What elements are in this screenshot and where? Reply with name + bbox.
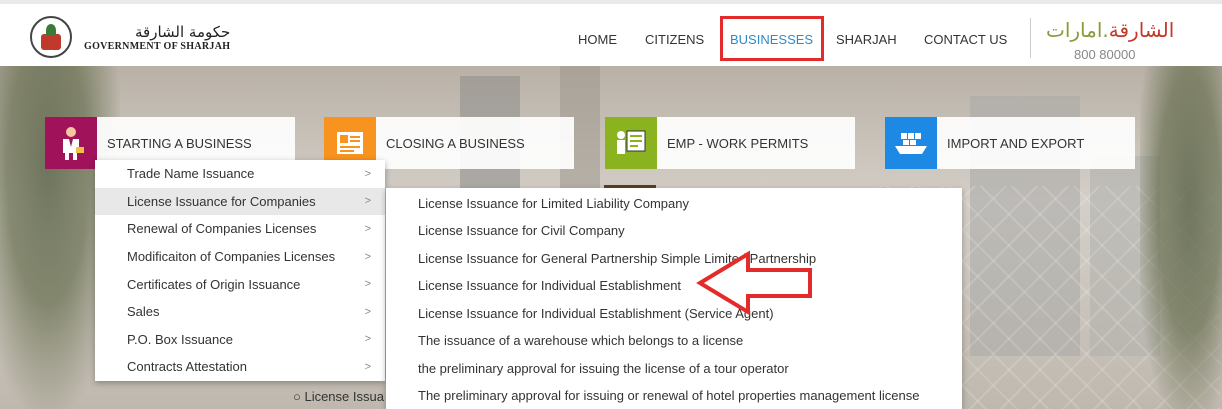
hidden-list-item: ○ License Issua: [293, 389, 384, 404]
tile-import-export[interactable]: IMPORT AND EXPORT: [885, 117, 1135, 169]
submenu-item-label: Contracts Attestation: [127, 359, 247, 375]
submenu-item-modification[interactable]: Modificaiton of Companies Licenses >: [95, 243, 385, 271]
emirates-brand[interactable]: الشارقة.امارات: [1046, 18, 1174, 42]
chevron-right-icon: >: [364, 222, 371, 235]
submenu-item-label: Sales: [127, 304, 160, 320]
chevron-right-icon: >: [364, 278, 371, 291]
tile-work-permits[interactable]: EMP - WORK PERMITS: [605, 117, 855, 169]
chevron-right-icon: >: [364, 333, 371, 346]
submenu-item-label: Renewal of Companies Licenses: [127, 221, 317, 237]
nav-contact-us[interactable]: CONTACT US: [924, 32, 1007, 47]
tile-label: IMPORT AND EXPORT: [947, 135, 1085, 151]
submenu-item-trade-name[interactable]: Trade Name Issuance >: [95, 160, 385, 188]
flyout-item-individual-establishment[interactable]: License Issuance for Individual Establis…: [418, 278, 681, 293]
brand-part1: الشارقة: [1108, 18, 1175, 42]
flyout-item-llc[interactable]: License Issuance for Limited Liability C…: [418, 196, 689, 211]
submenu-item-license-issuance-companies[interactable]: License Issuance for Companies >: [95, 187, 385, 216]
flyout-item-civil-company[interactable]: License Issuance for Civil Company: [418, 223, 625, 238]
nav-divider: [1030, 18, 1031, 58]
submenu-item-renewal[interactable]: Renewal of Companies Licenses >: [95, 215, 385, 243]
chevron-right-icon: >: [364, 305, 371, 318]
submenu-item-label: Trade Name Issuance: [127, 166, 255, 182]
submenu-item-sales[interactable]: Sales >: [95, 298, 385, 326]
tile-label: CLOSING A BUSINESS: [386, 135, 525, 151]
chevron-right-icon: >: [364, 167, 371, 180]
site-header: حكومة الشارقة GOVERNMENT OF SHARJAH HOME…: [0, 0, 1222, 66]
annotation-arrow-icon: [696, 250, 812, 316]
logo-arabic: حكومة الشارقة: [135, 22, 231, 41]
presentation-icon: [605, 117, 657, 169]
chevron-right-icon: >: [364, 360, 371, 373]
flyout-item-warehouse[interactable]: The issuance of a warehouse which belong…: [418, 333, 743, 348]
submenu-item-label: License Issuance for Companies: [127, 193, 316, 209]
logo-text: حكومة الشارقة GOVERNMENT OF SHARJAH: [84, 23, 230, 52]
submenu-item-po-box[interactable]: P.O. Box Issuance >: [95, 326, 385, 354]
background-palm: [1140, 66, 1222, 409]
brand-part2: .امارات: [1046, 18, 1109, 42]
nav-citizens[interactable]: CITIZENS: [645, 32, 704, 47]
license-issuance-flyout: License Issuance for Limited Liability C…: [386, 188, 962, 409]
flyout-item-hotel-management[interactable]: The preliminary approval for issuing or …: [418, 388, 919, 403]
government-logo[interactable]: حكومة الشارقة GOVERNMENT OF SHARJAH: [30, 14, 240, 60]
submenu-item-label: P.O. Box Issuance: [127, 331, 233, 347]
submenu-item-label: Certificates of Origin Issuance: [127, 276, 301, 292]
submenu-item-certificates-origin[interactable]: Certificates of Origin Issuance >: [95, 270, 385, 298]
submenu-item-contracts-attestation[interactable]: Contracts Attestation >: [95, 353, 385, 381]
submenu-item-label: Modificaiton of Companies Licenses: [127, 249, 336, 265]
emblem-icon: [30, 16, 72, 58]
tile-label: STARTING A BUSINESS: [107, 135, 252, 151]
tile-label: EMP - WORK PERMITS: [667, 135, 809, 151]
nav-home[interactable]: HOME: [578, 32, 617, 47]
nav-businesses[interactable]: BUSINESSES: [730, 32, 813, 47]
chevron-right-icon: >: [364, 250, 371, 263]
nav-sharjah[interactable]: SHARJAH: [836, 32, 897, 47]
cargo-ship-icon: [885, 117, 937, 169]
chevron-right-icon: >: [364, 195, 371, 208]
businessman-icon: [45, 117, 97, 169]
hotline-number: 800 80000: [1074, 47, 1136, 62]
flyout-item-tour-operator[interactable]: the preliminary approval for issuing the…: [418, 361, 789, 376]
starting-business-submenu: Trade Name Issuance > License Issuance f…: [95, 160, 385, 381]
logo-english: GOVERNMENT OF SHARJAH: [84, 40, 231, 52]
